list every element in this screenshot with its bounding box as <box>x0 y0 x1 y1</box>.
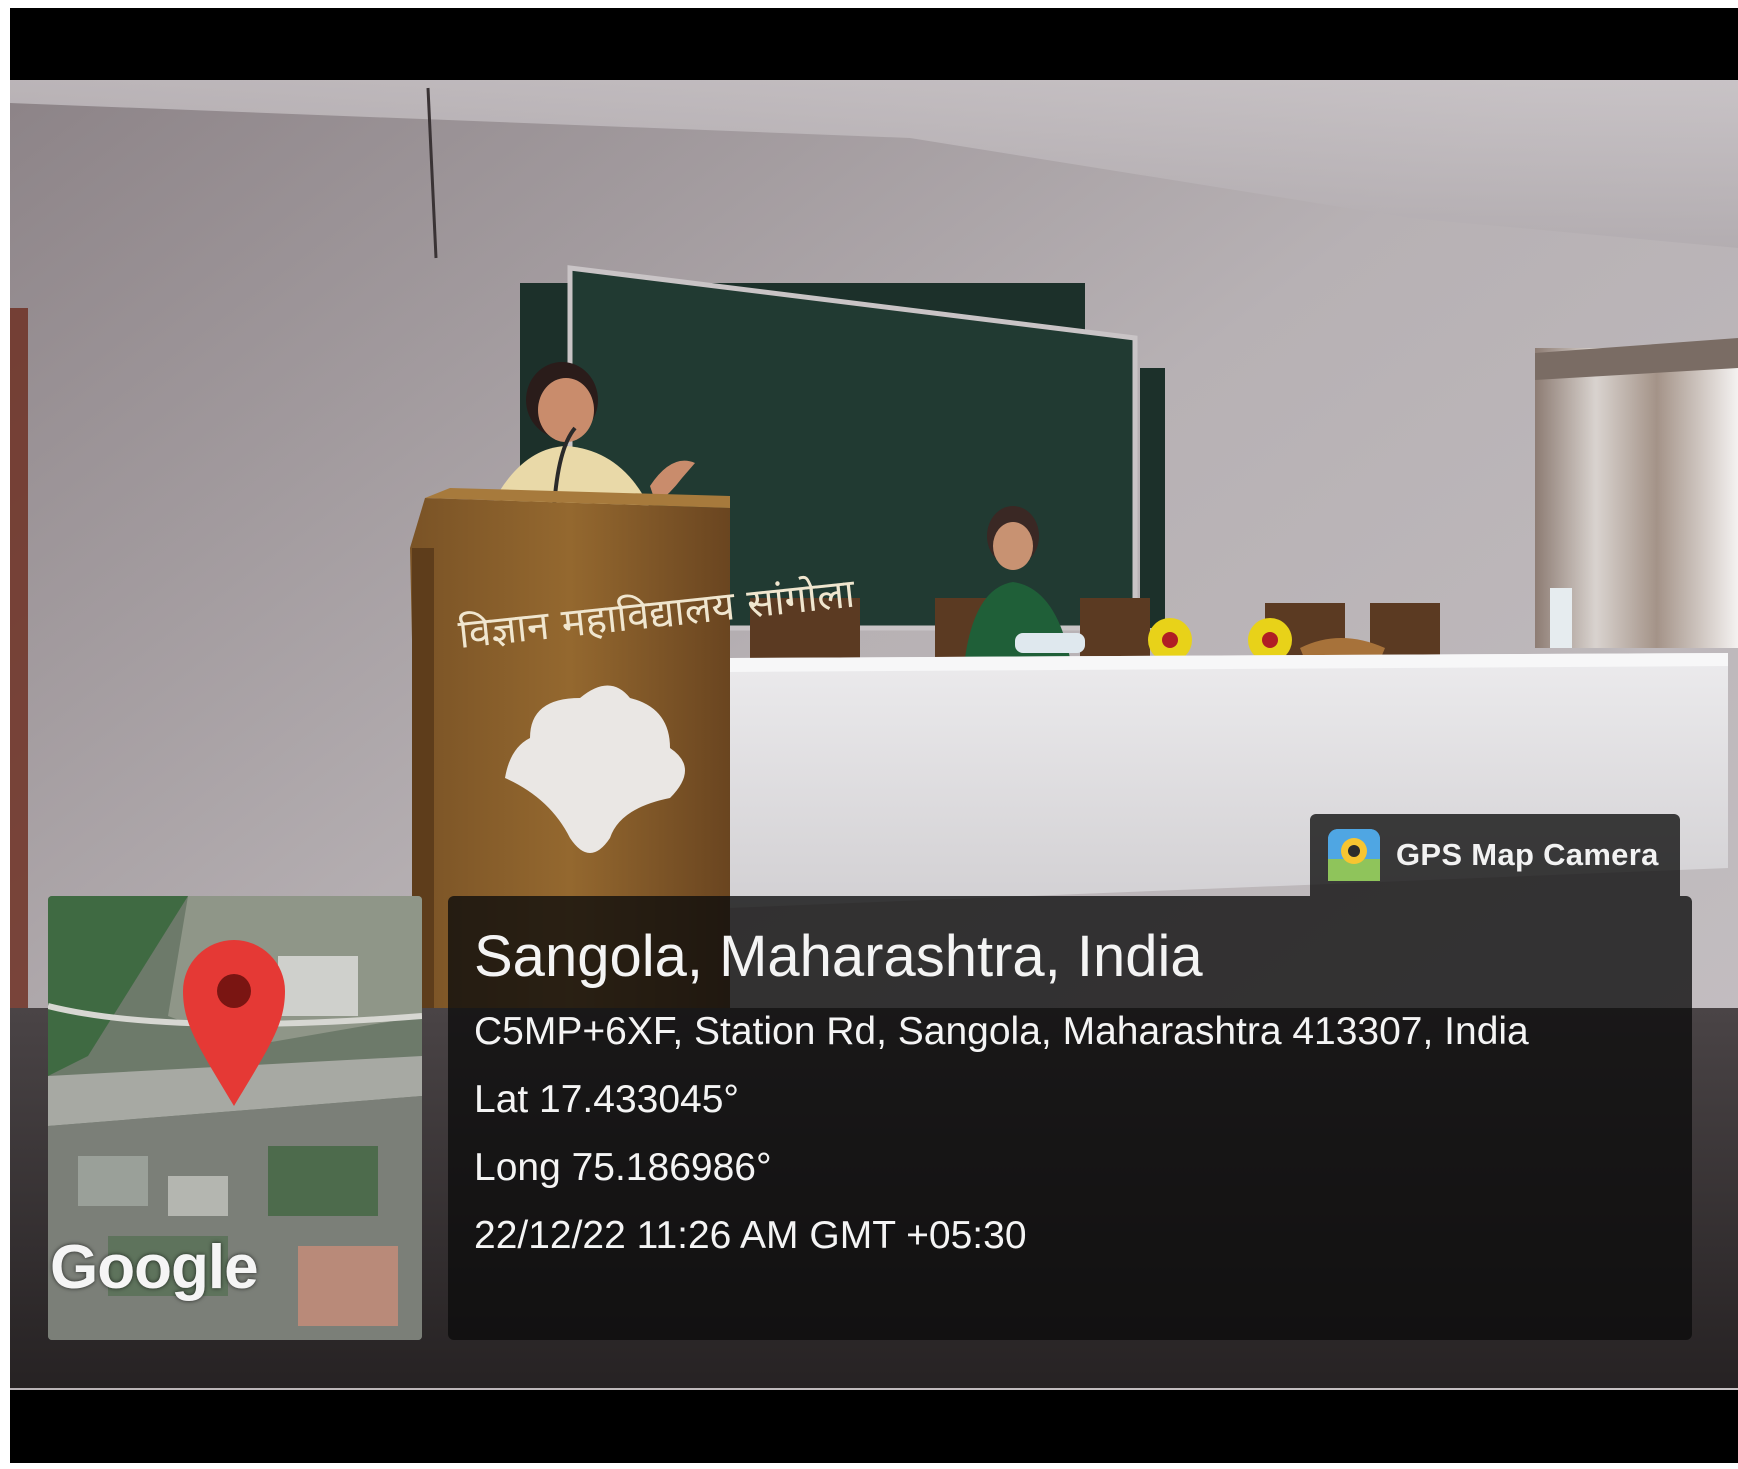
app-watermark: GPS Map Camera <box>1310 814 1680 896</box>
gps-map-camera-app-icon <box>1328 829 1380 881</box>
photo-frame: विज्ञान महाविद्यालय सांगोला Google GPS M… <box>0 0 1738 1469</box>
google-attribution: Google <box>50 1233 259 1302</box>
app-name: GPS Map Camera <box>1396 837 1659 872</box>
address-text: C5MP+6XF, Station Rd, Sangola, Maharasht… <box>474 1010 1529 1053</box>
latitude-text: Lat 17.433045° <box>474 1078 740 1121</box>
geotagged-photo: विज्ञान महाविद्यालय सांगोला Google GPS M… <box>10 8 1738 1463</box>
location-info-panel: Sangola, Maharashtra, India C5MP+6XF, St… <box>448 896 1692 1340</box>
place-title: Sangola, Maharashtra, India <box>474 924 1203 989</box>
timestamp-text: 22/12/22 11:26 AM GMT +05:30 <box>474 1214 1027 1257</box>
mini-map: Google <box>48 896 422 1340</box>
longitude-text: Long 75.186986° <box>474 1146 772 1189</box>
